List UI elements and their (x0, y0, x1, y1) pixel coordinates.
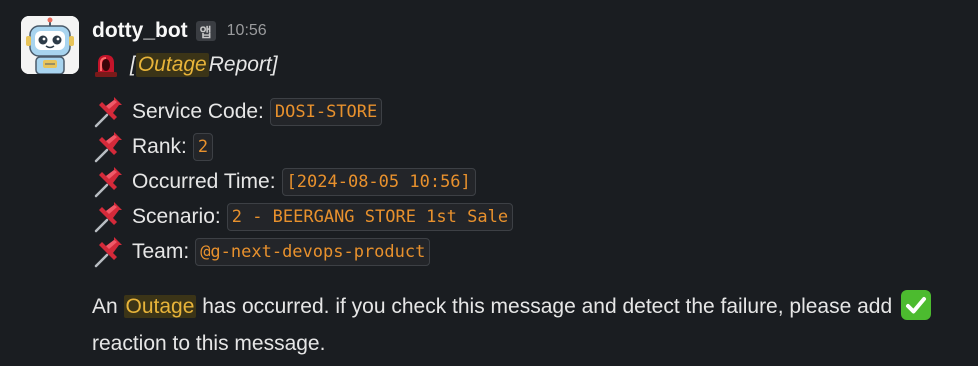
field-label: Service Code: (132, 99, 264, 123)
message: dotty_bot 앱 10:56 [Outage Report] Servic… (0, 0, 978, 366)
field-label: Scenario: (132, 204, 221, 228)
field-team: Team: @g-next-devops-product (92, 234, 513, 269)
report-title: [Outage Report] (92, 50, 278, 80)
field-rank: Rank: 2 (92, 129, 513, 164)
body-text-end: reaction to this message. (92, 332, 326, 355)
field-label: Team: (132, 239, 190, 263)
pushpin-icon (94, 95, 124, 127)
field-service-code: Service Code: DOSI-STORE (92, 94, 513, 129)
body-highlight: Outage (123, 295, 197, 318)
siren-icon (95, 55, 117, 77)
pushpin-icon (94, 165, 124, 197)
title-prefix: [ (130, 53, 136, 76)
pushpin-icon (94, 200, 124, 232)
pushpin-icon (94, 130, 124, 162)
field-label: Rank: (132, 134, 187, 158)
message-header: dotty_bot 앱 10:56 (92, 16, 267, 46)
white-check-mark-icon (901, 290, 931, 321)
field-occurred-time: Occurred Time: [2024-08-05 10:56] (92, 164, 513, 199)
team-mention[interactable]: @g-next-devops-product (195, 237, 431, 266)
field-value: [2024-08-05 10:56] (281, 167, 476, 196)
body-text-middle: has occurred. if you check this message … (196, 295, 898, 318)
field-value: 2 (192, 132, 214, 161)
avatar[interactable] (21, 16, 79, 74)
pushpin-icon (94, 235, 124, 267)
robot-avatar-icon (21, 16, 79, 74)
title-suffix: Report] (208, 53, 278, 76)
field-label: Occurred Time: (132, 169, 276, 193)
field-scenario: Scenario: 2 - BEERGANG STORE 1st Sale (92, 199, 514, 234)
message-body: An Outage has occurred. if you check thi… (92, 288, 972, 362)
timestamp[interactable]: 10:56 (227, 22, 267, 40)
sender-name[interactable]: dotty_bot (92, 19, 188, 43)
title-highlight: Outage (135, 53, 209, 77)
app-badge: 앱 (195, 21, 216, 41)
report-fields: Service Code: DOSI-STORE Rank: 2 Occurre… (92, 94, 514, 269)
field-value: DOSI-STORE (269, 97, 383, 126)
body-text-start: An (92, 295, 124, 318)
field-value: 2 - BEERGANG STORE 1st Sale (226, 202, 514, 231)
